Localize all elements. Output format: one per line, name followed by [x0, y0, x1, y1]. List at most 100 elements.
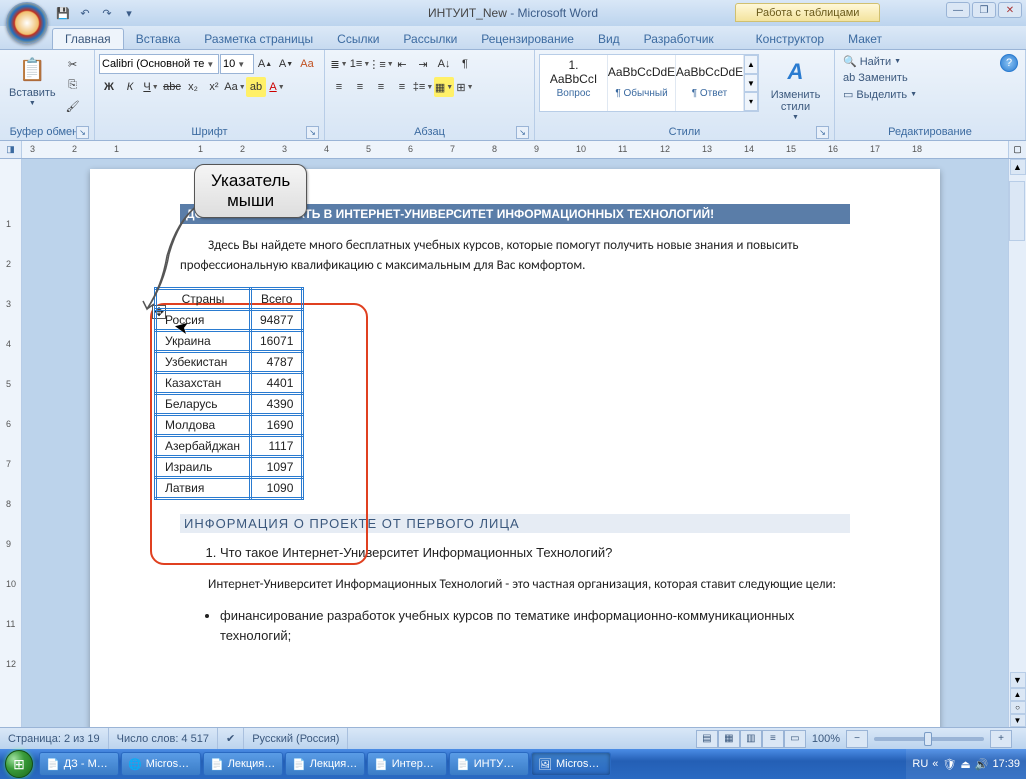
view-outline-icon[interactable]: ≡	[762, 730, 784, 748]
tab-mailings[interactable]: Рассылки	[391, 29, 469, 49]
ruler-toggle-icon[interactable]: ▢	[1008, 141, 1026, 158]
paragraph-launcher[interactable]: ↘	[516, 126, 529, 139]
zoom-slider[interactable]	[874, 737, 984, 741]
scroll-up-icon[interactable]: ▲	[1010, 159, 1026, 175]
browse-object-icon[interactable]: ○	[1010, 701, 1026, 714]
table-row[interactable]: Израиль1097	[156, 457, 303, 478]
office-button[interactable]	[6, 2, 48, 44]
minimize-button[interactable]: —	[946, 2, 970, 18]
next-page-icon[interactable]: ▼	[1010, 714, 1026, 727]
font-color-icon[interactable]: A▼	[267, 77, 287, 97]
borders-icon[interactable]: ⊞▼	[455, 77, 475, 97]
tab-references[interactable]: Ссылки	[325, 29, 391, 49]
tab-home[interactable]: Главная	[52, 28, 124, 49]
replace-button[interactable]: abЗаменить	[841, 71, 919, 85]
tab-table-layout[interactable]: Макет	[836, 29, 894, 49]
align-center-icon[interactable]: ≡	[350, 77, 370, 97]
styles-launcher[interactable]: ↘	[816, 126, 829, 139]
view-draft-icon[interactable]: ▭	[784, 730, 806, 748]
zoom-thumb[interactable]	[924, 732, 932, 746]
table-row[interactable]: Беларусь4390	[156, 394, 303, 415]
show-marks-icon[interactable]: ¶	[455, 54, 475, 74]
table-row[interactable]: Узбекистан4787	[156, 352, 303, 373]
gallery-more-icon[interactable]: ▾	[744, 92, 758, 111]
ruler-horizontal[interactable]: 321123456789101112131415161718	[22, 141, 1008, 158]
strike-icon[interactable]: abc	[162, 77, 182, 97]
view-print-icon[interactable]: ▤	[696, 730, 718, 748]
style-item-normal[interactable]: AaBbCcDdE¶ Обычный	[608, 55, 676, 111]
tray-volume-icon[interactable]: 🔊	[975, 758, 989, 771]
tab-page-layout[interactable]: Разметка страницы	[192, 29, 325, 49]
vertical-scrollbar[interactable]: ▲ ▼ ▲ ○ ▼	[1008, 159, 1026, 727]
shrink-font-icon[interactable]: A▼	[276, 54, 296, 74]
zoom-out-icon[interactable]: −	[846, 730, 868, 748]
close-button[interactable]: ✕	[998, 2, 1022, 18]
tray-expand-icon[interactable]: «	[932, 758, 938, 770]
scroll-thumb[interactable]	[1009, 181, 1025, 241]
ruler-vertical[interactable]: 123 456 789 101112	[0, 159, 22, 727]
tray-shield-icon[interactable]: 🛡	[942, 758, 956, 771]
zoom-in-icon[interactable]: +	[990, 730, 1012, 748]
italic-icon[interactable]: К	[120, 77, 140, 97]
shading-icon[interactable]: ▦▼	[434, 77, 454, 97]
maximize-button[interactable]: ❐	[972, 2, 996, 18]
font-size-combo[interactable]: 10▼	[220, 54, 254, 74]
status-page[interactable]: Страница: 2 из 19	[0, 728, 109, 749]
status-language[interactable]: Русский (Россия)	[244, 728, 348, 749]
taskbar-item[interactable]: 📄Лекция…	[285, 752, 365, 776]
clipboard-launcher[interactable]: ↘	[76, 126, 89, 139]
cut-icon[interactable]: ✂	[63, 54, 83, 74]
qat-customize-icon[interactable]: ▾	[120, 4, 138, 22]
sort-icon[interactable]: A↓	[434, 54, 454, 74]
taskbar-item[interactable]: 📄ДЗ - M…	[39, 752, 119, 776]
format-painter-icon[interactable]: 🖌	[63, 96, 83, 116]
grow-font-icon[interactable]: A▲	[255, 54, 275, 74]
status-words[interactable]: Число слов: 4 517	[109, 728, 218, 749]
find-button[interactable]: 🔍Найти ▼	[841, 54, 919, 69]
taskbar-item[interactable]: 📄ИНТУ…	[449, 752, 529, 776]
table-row[interactable]: Россия94877	[156, 310, 303, 331]
help-icon[interactable]: ?	[1000, 54, 1018, 72]
qat-save-icon[interactable]: 💾	[54, 4, 72, 22]
increase-indent-icon[interactable]: ⇥	[413, 54, 433, 74]
tray-removable-icon[interactable]: ⏏	[960, 758, 970, 771]
prev-page-icon[interactable]: ▲	[1010, 688, 1026, 701]
taskbar-item[interactable]: 🖼Micros…	[531, 752, 611, 776]
tab-view[interactable]: Вид	[586, 29, 632, 49]
copy-icon[interactable]: ⎘	[63, 75, 83, 95]
table-row[interactable]: Азербайджан1117	[156, 436, 303, 457]
clear-format-icon[interactable]: Aa	[297, 54, 317, 74]
gallery-up-icon[interactable]: ▲	[744, 55, 758, 74]
superscript-icon[interactable]: x²	[204, 77, 224, 97]
taskbar-item[interactable]: 🌐Micros…	[121, 752, 201, 776]
view-fullread-icon[interactable]: ▦	[718, 730, 740, 748]
tray-clock[interactable]: 17:39	[992, 758, 1020, 770]
subscript-icon[interactable]: x₂	[183, 77, 203, 97]
taskbar-item[interactable]: 📄Интер…	[367, 752, 447, 776]
tab-table-design[interactable]: Конструктор	[744, 29, 836, 49]
table-row[interactable]: Латвия1090	[156, 478, 303, 499]
countries-table[interactable]: СтраныВсего Россия94877Украина16071Узбек…	[154, 287, 304, 500]
tab-insert[interactable]: Вставка	[124, 29, 193, 49]
align-left-icon[interactable]: ≡	[329, 77, 349, 97]
taskbar-item[interactable]: 📄Лекция…	[203, 752, 283, 776]
font-launcher[interactable]: ↘	[306, 126, 319, 139]
multilevel-icon[interactable]: ⋮≡▼	[371, 54, 391, 74]
table-row[interactable]: Казахстан4401	[156, 373, 303, 394]
align-right-icon[interactable]: ≡	[371, 77, 391, 97]
gallery-down-icon[interactable]: ▼	[744, 74, 758, 93]
select-button[interactable]: ▭Выделить ▼	[841, 87, 919, 102]
tab-developer[interactable]: Разработчик	[632, 29, 726, 49]
qat-redo-icon[interactable]: ↷	[98, 4, 116, 22]
bold-icon[interactable]: Ж	[99, 77, 119, 97]
change-case-icon[interactable]: Aa▼	[225, 77, 245, 97]
table-row[interactable]: Молдова1690	[156, 415, 303, 436]
underline-icon[interactable]: Ч▼	[141, 77, 161, 97]
highlight-icon[interactable]: ab	[246, 77, 266, 97]
decrease-indent-icon[interactable]: ⇤	[392, 54, 412, 74]
view-web-icon[interactable]: ▥	[740, 730, 762, 748]
table-row[interactable]: Украина16071	[156, 331, 303, 352]
tray-lang[interactable]: RU	[912, 758, 928, 770]
font-name-combo[interactable]: Calibri (Основной те▼	[99, 54, 219, 74]
status-proof-icon[interactable]: ✔	[218, 728, 244, 749]
